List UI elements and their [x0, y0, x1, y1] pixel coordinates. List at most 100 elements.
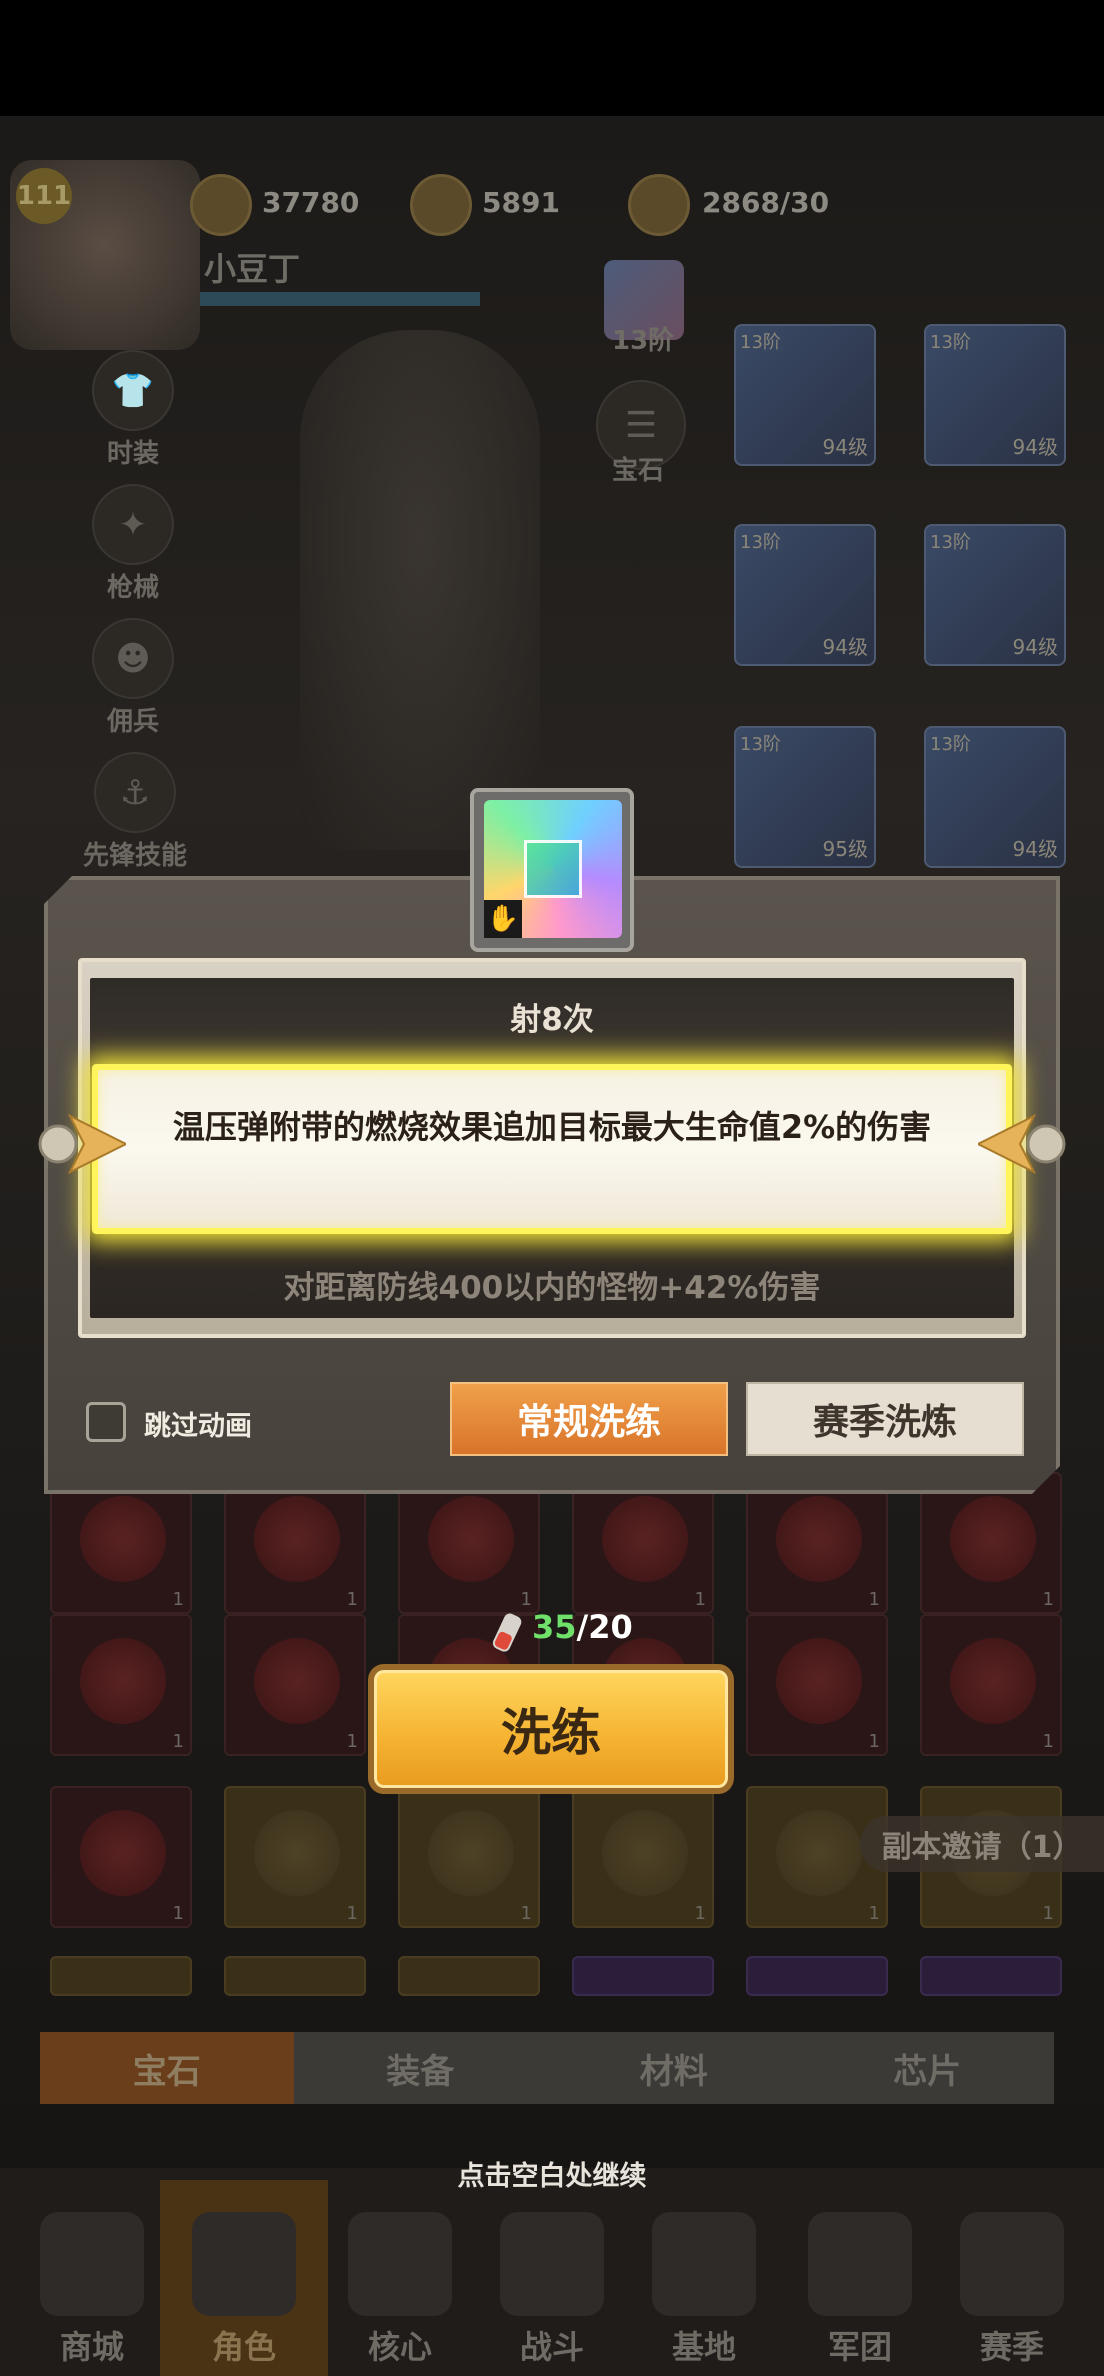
- gem-item-icon: [254, 1496, 340, 1582]
- gem-core-icon: [524, 840, 582, 898]
- inventory-slot[interactable]: 1: [398, 1786, 540, 1928]
- season-refine-button[interactable]: 赛季洗炼: [746, 1382, 1024, 1456]
- equipment-slot[interactable]: 13阶 94级: [924, 726, 1066, 868]
- nav-base[interactable]: 基地: [634, 2180, 774, 2376]
- gem-item-icon: [776, 1496, 862, 1582]
- gem-item-icon: [950, 1496, 1036, 1582]
- battle-icon: [500, 2212, 604, 2316]
- nav-season[interactable]: 赛季: [942, 2180, 1082, 2376]
- inventory-slot[interactable]: 1: [920, 1614, 1062, 1756]
- inventory-slot[interactable]: 1: [50, 1786, 192, 1928]
- tab-material[interactable]: 材料: [547, 2032, 801, 2104]
- tab-chip[interactable]: 芯片: [801, 2032, 1055, 2104]
- item-count: 1: [694, 1903, 706, 1924]
- status-bar: [0, 0, 1104, 116]
- roll-line-previous: 射8次: [510, 1002, 594, 1038]
- item-count: 1: [1042, 1589, 1054, 1610]
- item-count: 1: [1042, 1731, 1054, 1752]
- inventory-tabs: 宝石 装备 材料 芯片: [40, 2032, 1054, 2104]
- gem-item-icon: [80, 1496, 166, 1582]
- gem-item-icon: [254, 1810, 340, 1896]
- equipment-slot[interactable]: 13阶 94级: [924, 324, 1066, 466]
- base-icon: [652, 2212, 756, 2316]
- diamond-icon[interactable]: [190, 174, 252, 236]
- shop-icon: [40, 2212, 144, 2316]
- inventory-slot[interactable]: 1: [224, 1786, 366, 1928]
- tap-to-continue-hint: 点击空白处继续: [457, 2161, 647, 2192]
- dungeon-invite-button[interactable]: 副本邀请（1）: [860, 1816, 1104, 1872]
- roll-right-arrow-icon: [978, 1113, 1066, 1175]
- item-count: 1: [346, 1903, 358, 1924]
- item-count: 1: [346, 1731, 358, 1752]
- stamina-value: 2868/30: [702, 186, 830, 219]
- inventory-slot[interactable]: [398, 1956, 540, 1996]
- refine-button[interactable]: 洗练: [368, 1664, 734, 1794]
- mercenary-icon: ☻: [92, 618, 174, 699]
- gem-item-icon: [428, 1810, 514, 1896]
- vanguard-skill-icon: ⚓: [94, 752, 176, 833]
- skip-animation-label[interactable]: 跳过动画: [144, 1404, 252, 1443]
- nav-core[interactable]: 核心: [330, 2180, 470, 2376]
- inventory-slot[interactable]: [572, 1956, 714, 1996]
- equipment-slot[interactable]: 13阶 95级: [734, 726, 876, 868]
- inventory-slot[interactable]: [920, 1956, 1062, 1996]
- inventory-slot[interactable]: [224, 1956, 366, 1996]
- inventory-slot[interactable]: 1: [50, 1614, 192, 1756]
- material-need: /20: [576, 1608, 633, 1646]
- item-count: 1: [346, 1589, 358, 1610]
- meat-stamina-icon[interactable]: [628, 174, 690, 236]
- gem-item-icon: [428, 1496, 514, 1582]
- side-item-mercenary[interactable]: ☻ 佣兵: [78, 618, 188, 738]
- tab-equipment[interactable]: 装备: [294, 2032, 548, 2104]
- nav-legion[interactable]: 军团: [790, 2180, 930, 2376]
- equipment-slot[interactable]: 13阶 94级: [734, 324, 876, 466]
- exp-bar: [200, 292, 480, 306]
- item-count: 1: [1042, 1903, 1054, 1924]
- gem-button-label: 宝石: [612, 456, 665, 486]
- player-name: 小豆丁: [204, 250, 301, 288]
- roll-line-next: 对距离防线400以内的怪物+42%伤害: [283, 1270, 821, 1306]
- item-count: 1: [868, 1589, 880, 1610]
- coin-icon[interactable]: [410, 174, 472, 236]
- legion-icon: [808, 2212, 912, 2316]
- inventory-slot[interactable]: 1: [572, 1786, 714, 1928]
- gem-item-icon: [602, 1496, 688, 1582]
- item-count: 1: [694, 1589, 706, 1610]
- inventory-slot[interactable]: 1: [224, 1614, 366, 1756]
- player-level-badge: 111: [16, 168, 72, 224]
- item-count: 1: [520, 1589, 532, 1610]
- inventory-slot[interactable]: [746, 1956, 888, 1996]
- rank-label: 13阶: [612, 326, 675, 356]
- diamond-value: 37780: [262, 186, 360, 219]
- inventory-slot[interactable]: 1: [746, 1614, 888, 1756]
- nav-shop[interactable]: 商城: [22, 2180, 162, 2376]
- equipment-slot[interactable]: 13阶 94级: [734, 524, 876, 666]
- item-count: 1: [172, 1589, 184, 1610]
- gem-item-icon: [254, 1638, 340, 1724]
- glove-slot-icon: ✋: [484, 900, 522, 938]
- side-item-outfit[interactable]: 👕 时装: [78, 350, 188, 470]
- side-item-vanguard-skill[interactable]: ⚓ 先锋技能: [60, 752, 210, 872]
- core-icon: [348, 2212, 452, 2316]
- item-count: 1: [868, 1731, 880, 1752]
- refine-potion-icon: [492, 1613, 522, 1652]
- normal-refine-button[interactable]: 常规洗练: [450, 1382, 728, 1456]
- refine-material-counter: 35/20: [532, 1608, 633, 1646]
- skip-animation-checkbox[interactable]: [86, 1402, 126, 1442]
- nav-battle[interactable]: 战斗: [482, 2180, 622, 2376]
- item-count: 1: [172, 1731, 184, 1752]
- gem-item-icon: [80, 1810, 166, 1896]
- gem-item-icon: [602, 1810, 688, 1896]
- item-count: 1: [172, 1903, 184, 1924]
- character-icon: [192, 2212, 296, 2316]
- item-count: 1: [868, 1903, 880, 1924]
- gem-item-icon: [776, 1810, 862, 1896]
- season-icon: [960, 2212, 1064, 2316]
- roll-left-arrow-icon: [38, 1113, 126, 1175]
- side-item-gun[interactable]: ✦ 枪械: [78, 484, 188, 604]
- nav-character[interactable]: 角色: [160, 2180, 328, 2376]
- inventory-slot[interactable]: [50, 1956, 192, 1996]
- tab-gem[interactable]: 宝石: [40, 2032, 294, 2104]
- equipment-slot[interactable]: 13阶 94级: [924, 524, 1066, 666]
- gem-item-icon: [776, 1638, 862, 1724]
